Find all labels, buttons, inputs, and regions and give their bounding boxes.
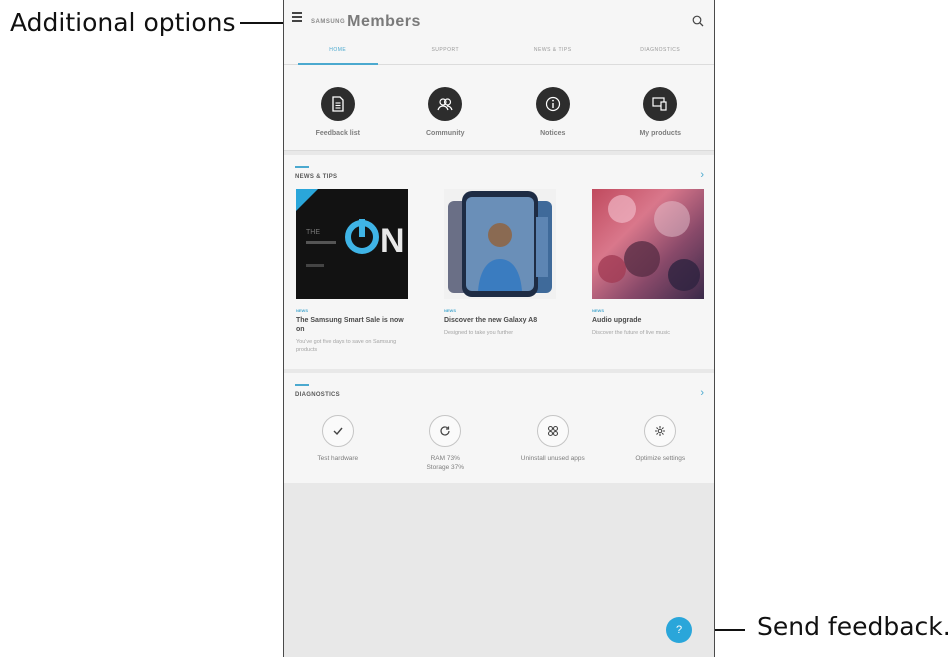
quick-action-label: Notices xyxy=(540,130,566,137)
diagnostic-label: RAM 73% Storage 37% xyxy=(398,454,493,472)
document-icon xyxy=(320,87,355,121)
search-icon[interactable] xyxy=(692,14,704,27)
section-title: DIAGNOSTICS xyxy=(295,392,340,398)
diagnostic-label: Optimize settings xyxy=(635,455,686,462)
svg-text:N: N xyxy=(380,222,405,260)
news-tag: NEWS xyxy=(444,308,456,313)
quick-action-my-products[interactable]: My products xyxy=(615,87,705,150)
diagnostic-uninstall-apps[interactable]: Uninstall unused apps xyxy=(505,415,600,472)
quick-action-label: My products xyxy=(639,130,682,137)
app-screen: SAMSUNG Members HOME SUPPORT NEWS & TIPS … xyxy=(283,0,715,657)
news-tag: NEWS xyxy=(296,308,308,313)
news-card[interactable]: NEWS Discover the new Galaxy A8 Designed… xyxy=(444,189,556,354)
tab-bar: HOME SUPPORT NEWS & TIPS DIAGNOSTICS xyxy=(284,36,714,65)
news-title: Discover the new Galaxy A8 xyxy=(444,317,538,324)
quick-action-notices[interactable]: Notices xyxy=(508,87,598,150)
news-thumbnail: THE N xyxy=(296,189,408,299)
info-icon xyxy=(535,87,570,121)
news-title: Audio upgrade xyxy=(592,317,642,324)
chevron-right-icon[interactable]: › xyxy=(700,169,704,181)
check-icon xyxy=(321,415,354,447)
diagnostic-optimize-settings[interactable]: Optimize settings xyxy=(613,415,708,472)
callout-additional-options: Additional options xyxy=(10,8,236,37)
devices-icon xyxy=(643,87,678,121)
news-description: You've got five days to save on Samsung … xyxy=(296,339,397,353)
news-tips-section: NEWS & TIPS › THE N NEWS The Samsung Sma… xyxy=(284,155,714,369)
news-cards: THE N NEWS The Samsung Smart Sale is now… xyxy=(296,189,704,354)
quick-action-community[interactable]: Community xyxy=(400,87,490,150)
gear-icon xyxy=(644,415,677,447)
tab-diagnostics[interactable]: DIAGNOSTICS xyxy=(607,36,715,64)
news-thumbnail xyxy=(444,189,556,299)
news-thumbnail xyxy=(592,189,704,299)
news-description: Designed to take you further xyxy=(444,330,514,336)
diagnostics-items: Test hardware RAM 73% Storage 37% Uninst… xyxy=(284,415,714,472)
chevron-right-icon[interactable]: › xyxy=(700,387,704,399)
storage-usage: Storage 37% xyxy=(426,464,465,471)
app-title-prefix: SAMSUNG xyxy=(311,18,346,25)
quick-action-label: Community xyxy=(426,130,465,137)
diagnostic-label: Test hardware xyxy=(317,455,359,462)
diagnostic-memory-storage[interactable]: RAM 73% Storage 37% xyxy=(398,415,493,472)
app-title: SAMSUNG Members xyxy=(311,13,421,31)
news-tag: NEWS xyxy=(592,308,604,313)
diagnostics-section: DIAGNOSTICS › Test hardware RAM 73% Stor… xyxy=(284,373,714,483)
quick-action-feedback-list[interactable]: Feedback list xyxy=(293,87,383,150)
quick-action-label: Feedback list xyxy=(315,130,360,137)
news-card[interactable]: THE N NEWS The Samsung Smart Sale is now… xyxy=(296,189,408,354)
ram-usage: RAM 73% xyxy=(430,455,460,462)
app-title-text: Members xyxy=(347,13,421,30)
refresh-icon xyxy=(429,415,462,447)
news-title: The Samsung Smart Sale is now on xyxy=(296,317,404,333)
section-accent xyxy=(295,166,309,168)
diagnostic-test-hardware[interactable]: Test hardware xyxy=(290,415,385,472)
tab-support[interactable]: SUPPORT xyxy=(392,36,500,64)
menu-icon[interactable] xyxy=(292,12,302,22)
svg-text:THE: THE xyxy=(306,229,320,236)
people-icon xyxy=(428,87,463,121)
send-feedback-button[interactable]: ? xyxy=(666,617,692,643)
leader-line-options xyxy=(240,22,286,24)
apps-icon xyxy=(536,415,569,447)
section-title: NEWS & TIPS xyxy=(295,174,338,180)
section-accent xyxy=(295,384,309,386)
quick-actions: Feedback list Community Notices My produ… xyxy=(284,65,714,151)
callout-send-feedback: Send feedback. xyxy=(757,612,949,641)
news-card[interactable]: NEWS Audio upgrade Discover the future o… xyxy=(592,189,704,354)
diagnostic-label: Uninstall unused apps xyxy=(520,455,585,462)
tab-news-tips[interactable]: NEWS & TIPS xyxy=(499,36,607,64)
app-header: SAMSUNG Members xyxy=(284,0,714,36)
news-description: Discover the future of live music xyxy=(592,330,670,336)
tab-home[interactable]: HOME xyxy=(284,36,392,65)
